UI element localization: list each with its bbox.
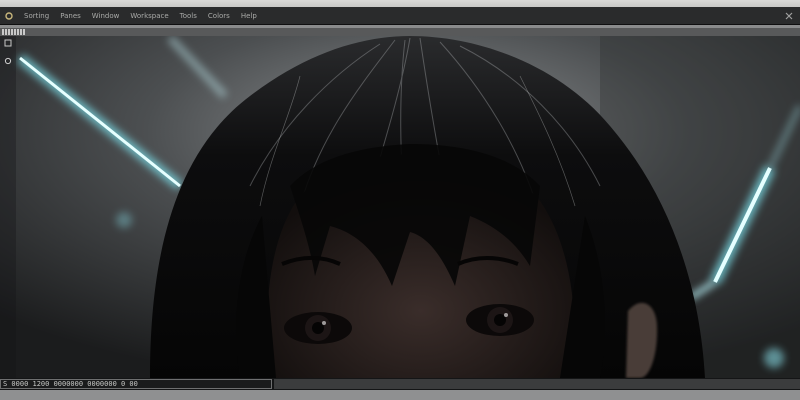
tool-strip [0, 28, 800, 36]
eye-left [284, 312, 352, 344]
menu-item-colors[interactable]: Colors [206, 12, 232, 20]
menu-item-tools[interactable]: Tools [178, 12, 199, 20]
bokeh-light [116, 212, 132, 228]
tool-tick[interactable] [20, 29, 22, 35]
timeline-track[interactable] [274, 379, 800, 389]
left-tool-rail [0, 36, 16, 378]
image-viewport[interactable] [0, 36, 800, 378]
circle-icon[interactable] [3, 56, 13, 66]
close-icon[interactable] [784, 11, 794, 21]
menu-item-panes[interactable]: Panes [58, 12, 83, 20]
menu-bar: Sorting Panes Window Workspace Tools Col… [0, 7, 800, 25]
tool-tick[interactable] [5, 29, 7, 35]
timeline-bar: S 0000 1200 0000000 0000000 0 00 [0, 378, 800, 390]
tool-tick[interactable] [2, 29, 4, 35]
bokeh-light [764, 348, 784, 368]
layers-icon[interactable] [3, 38, 13, 48]
timeline-readout: S 0000 1200 0000000 0000000 0 00 [0, 379, 272, 389]
menu-item-workspace[interactable]: Workspace [128, 12, 170, 20]
tool-tick[interactable] [8, 29, 10, 35]
tool-tick[interactable] [11, 29, 13, 35]
eye-right [466, 304, 534, 336]
app-logo-icon[interactable] [4, 11, 14, 21]
tool-tick[interactable] [23, 29, 25, 35]
tool-tick-row [2, 29, 25, 35]
menu-item-sorting[interactable]: Sorting [22, 12, 51, 20]
tool-tick[interactable] [17, 29, 19, 35]
tool-tick[interactable] [14, 29, 16, 35]
face [267, 144, 575, 378]
menu-item-window[interactable]: Window [90, 12, 122, 20]
menu-item-help[interactable]: Help [239, 12, 259, 20]
portrait-render [0, 36, 800, 378]
status-bar [0, 390, 800, 400]
window-titlebar[interactable] [0, 0, 800, 7]
